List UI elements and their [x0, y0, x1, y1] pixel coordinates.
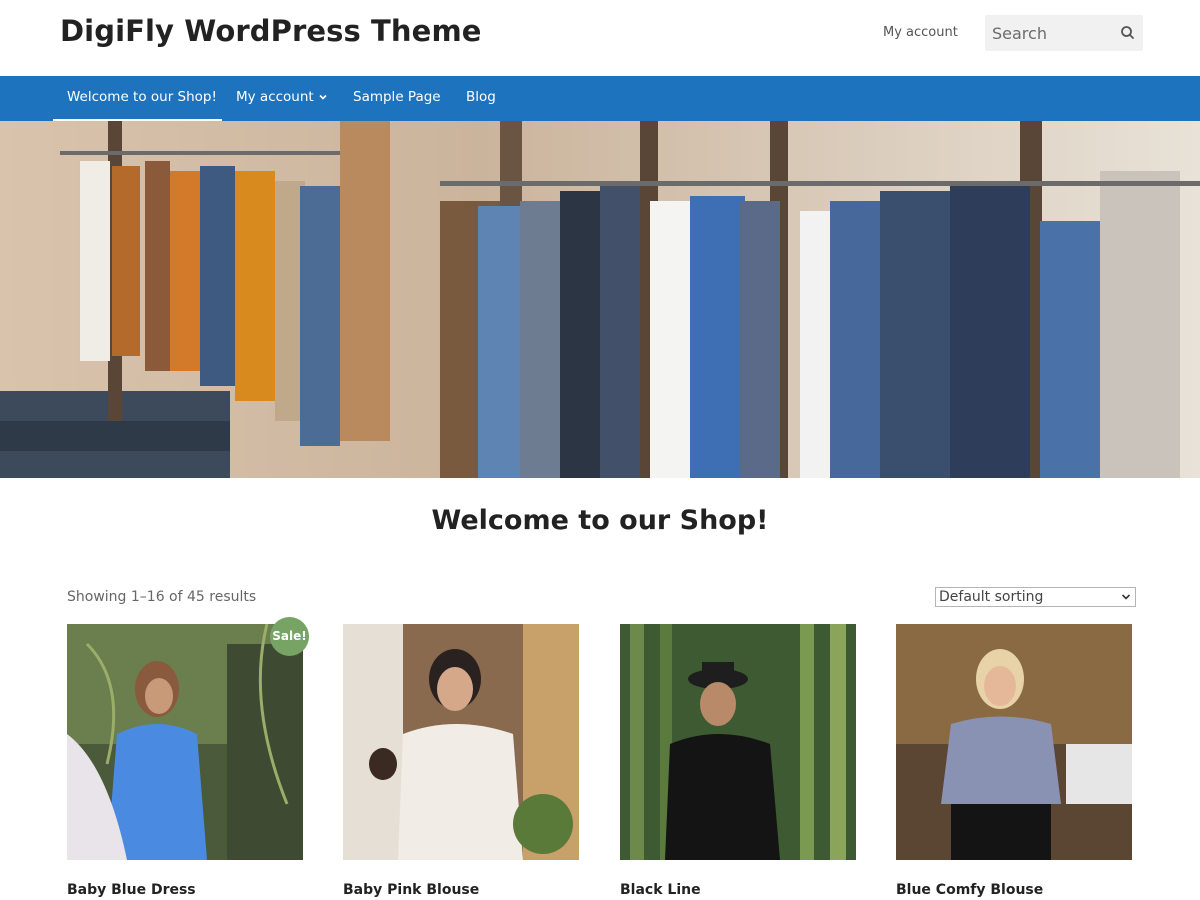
nav-item-shop[interactable]: Welcome to our Shop! — [53, 76, 222, 121]
nav-item-label: Sample Page — [353, 89, 441, 105]
product-card[interactable]: Sale! Baby Blue Dress — [67, 617, 309, 898]
product-image[interactable] — [67, 624, 303, 860]
hero-image — [0, 121, 1200, 478]
product-image[interactable] — [343, 624, 579, 860]
product-card[interactable]: Black Line — [620, 624, 856, 898]
sort-select-value: Default sorting — [939, 589, 1044, 605]
product-name[interactable]: Baby Blue Dress — [67, 882, 196, 898]
search-button[interactable] — [1119, 24, 1137, 42]
product-name[interactable]: Blue Comfy Blouse — [896, 882, 1043, 898]
nav-item-my-account[interactable]: My account — [236, 76, 328, 121]
chevron-down-icon — [319, 94, 327, 100]
chevron-down-icon — [1121, 594, 1131, 600]
product-card[interactable]: Baby Pink Blouse — [343, 624, 579, 898]
main-navigation: Welcome to our Shop! My account Sample P… — [0, 76, 1200, 121]
result-count: Showing 1–16 of 45 results — [67, 589, 257, 605]
nav-item-label: Blog — [466, 89, 496, 105]
page-title: Welcome to our Shop! — [431, 505, 769, 536]
site-title[interactable]: DigiFly WordPress Theme — [60, 14, 482, 48]
product-image[interactable] — [896, 624, 1132, 860]
nav-item-label: My account — [236, 89, 314, 105]
product-card[interactable]: Blue Comfy Blouse — [896, 624, 1132, 898]
header-account-link[interactable]: My account — [883, 25, 958, 40]
nav-item-label: Welcome to our Shop! — [67, 89, 217, 105]
sale-badge: Sale! — [270, 617, 309, 656]
sort-select[interactable]: Default sorting — [935, 587, 1136, 607]
product-name[interactable]: Black Line — [620, 882, 701, 898]
site-header: DigiFly WordPress Theme My account — [0, 0, 1200, 76]
search-input[interactable] — [985, 15, 1115, 51]
search-icon — [1121, 26, 1134, 39]
product-name[interactable]: Baby Pink Blouse — [343, 882, 479, 898]
search-form — [985, 15, 1143, 51]
nav-item-blog[interactable]: Blog — [466, 76, 496, 121]
product-image[interactable] — [620, 624, 856, 860]
nav-item-sample-page[interactable]: Sample Page — [353, 76, 441, 121]
